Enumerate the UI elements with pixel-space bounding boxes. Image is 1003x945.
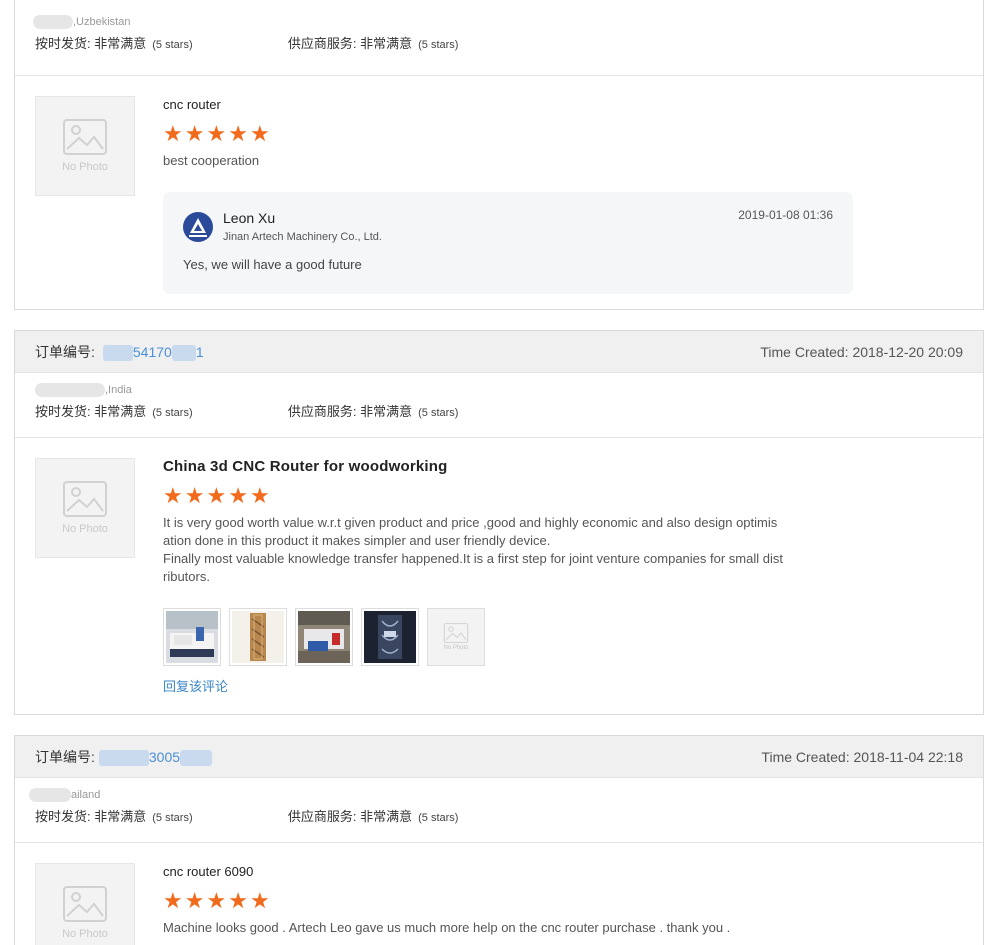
order-number-redacted <box>171 344 196 361</box>
review-comment: best cooperation <box>163 153 260 168</box>
product-image-placeholder: No Photo <box>35 458 135 558</box>
wood-panel-photo-icon <box>232 611 284 663</box>
star-icon: ★ <box>249 483 270 508</box>
star-icon: ★ <box>163 121 183 146</box>
star-icon: ★ <box>206 121 227 146</box>
workshop-photo-icon <box>298 611 350 663</box>
star-icon: ★ <box>206 888 227 913</box>
cnc-machine-photo-icon <box>166 611 218 663</box>
review-comment: Machine looks good . Artech Leo gave us … <box>163 920 731 935</box>
review-photo-thumbnail[interactable] <box>163 608 221 666</box>
star-icon: ★ <box>184 888 205 913</box>
order-number-redacted <box>102 344 133 361</box>
order-number: 订单编号: 3005 <box>35 747 213 767</box>
star-rating: ★ ★ ★ ★ ★ <box>163 888 963 913</box>
buyer-name-redacted <box>29 788 71 803</box>
star-icon: ★ <box>184 483 205 508</box>
image-placeholder-icon <box>63 481 107 517</box>
image-placeholder-icon <box>63 119 107 155</box>
carved-panel-photo-icon <box>364 611 416 663</box>
review-card-1: ,Uzbekistan 按时发货: 非常满意 (5 stars) 供应商服务: 非… <box>14 0 984 310</box>
review-photo-thumbnail[interactable] <box>295 608 353 666</box>
star-icon: ★ <box>249 121 270 146</box>
delivery-service-ratings: 按时发货: 非常满意 (5 stars) 供应商服务: 非常满意 (5 stars) <box>35 36 459 51</box>
review-card-3: 订单编号: 3005 Time Created: 2018-11-04 22:18… <box>14 735 984 945</box>
delivery-service-ratings: 按时发货: 非常满意 (5 stars) 供应商服务: 非常满意 (5 stars) <box>35 809 459 824</box>
review-photo-thumbnail[interactable]: No Photo <box>427 608 485 666</box>
supplier-reply: Leon Xu Jinan Artech Machinery Co., Ltd.… <box>163 192 853 294</box>
product-name: cnc router 6090 <box>163 864 254 879</box>
star-icon: ★ <box>206 483 227 508</box>
star-icon: ★ <box>228 483 248 508</box>
buyer-name-redacted <box>33 15 73 30</box>
product-image-placeholder: No Photo <box>35 96 135 196</box>
buyer-country: ,India <box>35 381 963 399</box>
image-placeholder-icon <box>63 886 107 922</box>
image-placeholder-icon <box>443 623 469 643</box>
review-body: No Photo China 3d CNC Router for woodwor… <box>15 438 983 715</box>
reply-company: Jinan Artech Machinery Co., Ltd. <box>223 231 382 243</box>
reply-to-review-link[interactable]: 回复该评论 <box>163 676 963 695</box>
buyer-country: ailand <box>29 786 963 804</box>
delivery-service-ratings: 按时发货: 非常满意 (5 stars) 供应商服务: 非常满意 (5 stars) <box>35 404 459 419</box>
order-number-redacted <box>180 749 213 766</box>
product-image-placeholder: No Photo <box>35 863 135 945</box>
order-header: 订单编号: 54170 1 Time Created: 2018-12-20 20:… <box>15 331 983 373</box>
review-photo-thumbnail[interactable] <box>229 608 287 666</box>
star-icon: ★ <box>249 888 270 913</box>
buyer-info: ,Uzbekistan 按时发货: 非常满意 (5 stars) 供应商服务: 非… <box>15 0 983 61</box>
time-created: Time Created: 2018-12-20 20:09 <box>760 343 963 360</box>
star-rating: ★ ★ ★ ★ ★ <box>163 121 963 146</box>
star-icon: ★ <box>163 888 183 913</box>
order-number-redacted <box>98 749 149 766</box>
star-icon: ★ <box>228 888 248 913</box>
product-name: China 3d CNC Router for woodworking <box>163 458 448 475</box>
star-icon: ★ <box>184 121 205 146</box>
reply-timestamp: 2019-01-08 01:36 <box>738 208 833 222</box>
review-body: No Photo cnc router 6090 ★ ★ ★ ★ ★ Machine l… <box>15 843 983 945</box>
buyer-info: ,India 按时发货: 非常满意 (5 stars) 供应商服务: 非常满意 (5… <box>15 373 983 429</box>
review-photos: No Photo <box>163 608 963 666</box>
buyer-name-redacted <box>35 383 105 398</box>
buyer-info: ailand 按时发货: 非常满意 (5 stars) 供应商服务: 非常满意 (5… <box>15 778 983 834</box>
review-card-2: 订单编号: 54170 1 Time Created: 2018-12-20 20:… <box>14 330 984 715</box>
buyer-country: ,Uzbekistan <box>33 13 963 31</box>
product-name: cnc router <box>163 97 221 112</box>
reply-text: Yes, we will have a good future <box>183 257 362 272</box>
time-created: Time Created: 2018-11-04 22:18 <box>761 748 963 765</box>
star-rating: ★ ★ ★ ★ ★ <box>163 483 963 508</box>
order-number: 订单编号: 54170 1 <box>35 343 204 361</box>
review-photo-thumbnail[interactable] <box>361 608 419 666</box>
company-logo-icon <box>183 212 213 242</box>
review-body: No Photo cnc router ★ ★ ★ ★ ★ best cooperati… <box>15 76 983 314</box>
review-comment: It is very good worth value w.r.t given … <box>163 515 783 584</box>
star-icon: ★ <box>163 483 183 508</box>
order-header: 订单编号: 3005 Time Created: 2018-11-04 22:18 <box>15 736 983 778</box>
star-icon: ★ <box>228 121 248 146</box>
